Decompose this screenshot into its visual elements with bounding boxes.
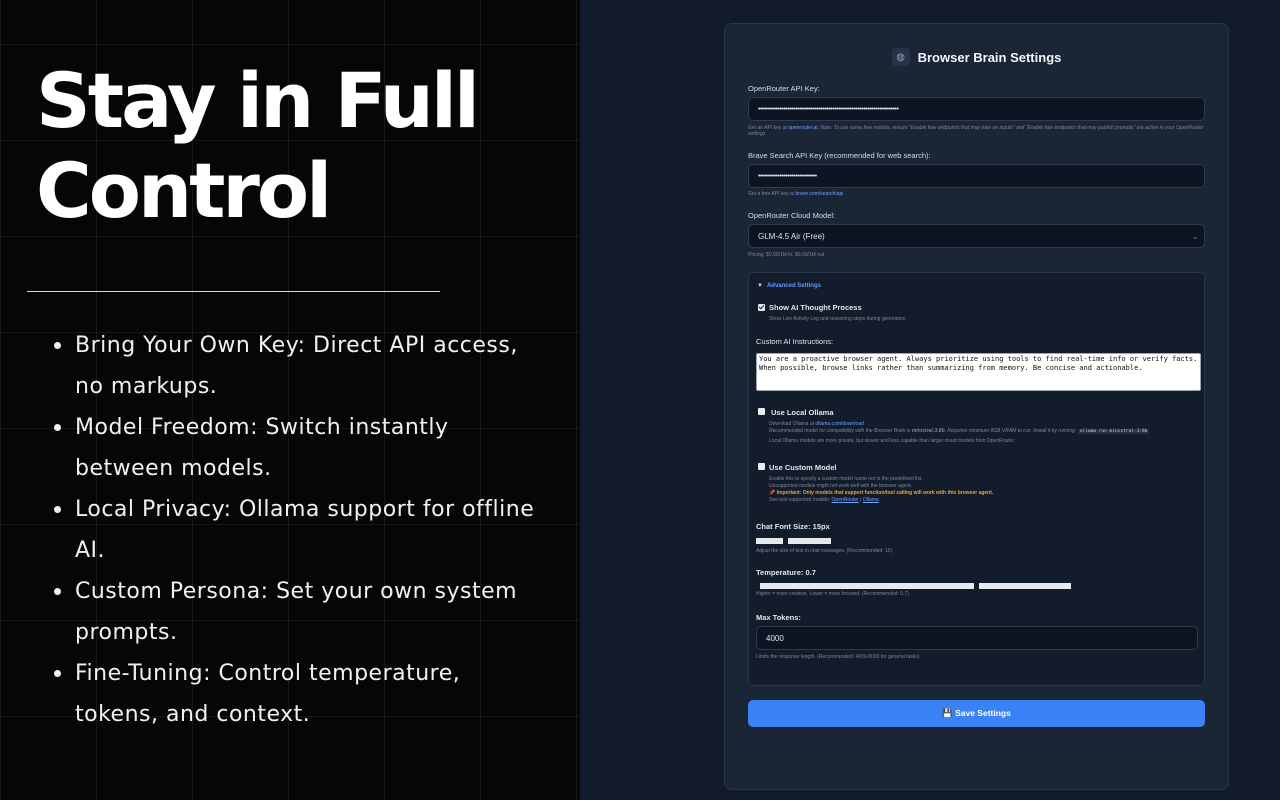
ollama-models-link[interactable]: Ollama [863,497,879,503]
headline-line-1: Stay in Full [36,56,480,145]
chevron-down-icon: ⌄ [1192,234,1198,241]
headline: Stay in Full Control [36,56,556,236]
feature-item: Bring Your Own Key: Direct API access, n… [50,325,550,407]
font-size-slider-track-left[interactable] [756,538,783,544]
brave-key-label: Brave Search API Key (recommended for we… [748,151,931,160]
max-tokens-value: 4000 [766,633,784,643]
divider [27,291,440,292]
model-pricing: Pricing: $0.00/1M in, $0.00/1M out [748,252,825,258]
show-thought-checkbox[interactable] [758,304,765,311]
temperature-label: Temperature: 0.7 [756,568,816,577]
hint-text: Enable this to specify a custom model na… [769,476,923,482]
show-thought-hint: Show Live Activity Log and reasoning ste… [769,316,906,322]
show-thought-label: Show AI Thought Process [769,303,862,312]
custom-instructions-textarea[interactable]: You are a proactive browser agent. Alway… [756,353,1201,391]
temperature-hint: Higher = more creative, Lower = more foc… [756,591,909,597]
feature-item: Custom Persona: Set your own system prom… [50,571,550,653]
custom-model-checkbox[interactable] [758,463,765,470]
advanced-settings-toggle[interactable]: ▼ Advanced Settings [757,283,821,289]
cloud-model-select[interactable]: GLM-4.5 Air (Free) ⌄ [748,224,1205,248]
hint-text: Recommended model for compatibility with… [769,428,912,434]
settings-screen: ◍ Browser Brain Settings OpenRouter API … [580,0,1280,800]
hint-text: Local Ollama models are more private, bu… [769,438,1016,444]
advanced-settings-panel: ▼ Advanced Settings Show AI Thought Proce… [748,272,1205,686]
temperature-slider-track-right[interactable] [979,583,1071,589]
feature-list: Bring Your Own Key: Direct API access, n… [50,325,550,735]
triangle-down-icon: ▼ [757,283,763,289]
settings-header: ◍ Browser Brain Settings [725,48,1228,66]
brave-key-value: •••••••••••••••••••••••••••••• [758,172,817,180]
hint-text: Unsupported models might not work well w… [769,483,913,489]
page-title: Browser Brain Settings [917,49,1062,65]
save-settings-label: 💾 Save Settings [942,708,1011,718]
tool-calling-warning: 📌 Important: Only models that support fu… [769,490,994,496]
cloud-model-selected: GLM-4.5 Air (Free) [758,231,825,241]
openrouter-key-input[interactable]: ••••••••••••••••••••••••••••••••••••••••… [748,97,1205,121]
promo-panel: Stay in Full Control Bring Your Own Key:… [0,0,580,800]
max-tokens-label: Max Tokens: [756,613,801,622]
custom-model-label: Use Custom Model [769,463,837,472]
ollama-download-link[interactable]: ollama.com/download [815,421,863,427]
brave-link[interactable]: brave.com/search/api [796,191,844,197]
openrouter-link[interactable]: openrouter.ai [788,125,817,131]
hint-text: Get a free API key at [748,191,796,197]
save-settings-button[interactable]: 💾 Save Settings [748,700,1205,727]
settings-card: ◍ Browser Brain Settings OpenRouter API … [724,23,1229,790]
feature-item: Local Privacy: Ollama support for offlin… [50,489,550,571]
local-ollama-label: Use Local Ollama [771,408,834,417]
brave-key-input[interactable]: •••••••••••••••••••••••••••••• [748,164,1205,188]
feature-item: Model Freedom: Switch instantly between … [50,407,550,489]
advanced-settings-label: Advanced Settings [766,283,821,289]
cloud-model-label: OpenRouter Cloud Model: [748,211,836,220]
hint-text: See tool-supported models: [769,497,832,503]
local-ollama-hint: Download Ollama at ollama.com/download R… [769,421,1199,445]
font-size-hint: Adjust the size of text in chat messages… [756,548,893,554]
openrouter-key-value: ••••••••••••••••••••••••••••••••••••••••… [758,105,899,113]
hint-text: . Requires minimum 8GB VRAM to run. Inst… [944,428,1078,434]
custom-instructions-label: Custom AI Instructions: [756,337,834,346]
openrouter-key-label: OpenRouter API Key: [748,84,820,93]
max-tokens-input[interactable]: 4000 [756,626,1198,650]
recommended-model: ministral-3:8b [911,428,945,434]
local-ollama-checkbox[interactable] [758,408,765,415]
install-command: ollama run ministral-3:8b [1077,429,1150,434]
openrouter-key-hint: Get an API key at openrouter.ai. Note: T… [748,125,1205,137]
openrouter-models-link[interactable]: OpenRouter [832,497,859,503]
headline-line-2: Control [36,146,332,235]
font-size-label: Chat Font Size: 15px [756,522,830,531]
custom-model-hint: Enable this to specify a custom model na… [769,476,1199,504]
brain-icon: ◍ [891,48,910,66]
max-tokens-hint: Limits the response length. (Recommended… [756,654,920,660]
hint-text: Download Ollama at [769,421,816,427]
temperature-slider-track-left[interactable] [760,583,974,589]
brave-key-hint: Get a free API key at brave.com/search/a… [748,191,843,197]
feature-item: Fine-Tuning: Control temperature, tokens… [50,653,550,735]
font-size-slider-track-right[interactable] [788,538,831,544]
